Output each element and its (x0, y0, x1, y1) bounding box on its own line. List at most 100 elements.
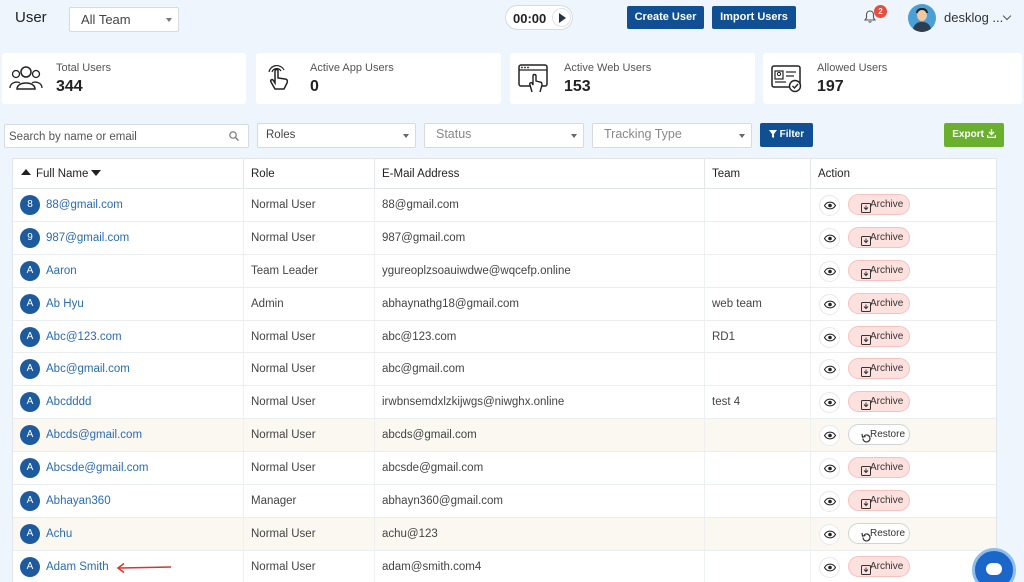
cell-email: abhayn360@gmail.com (375, 485, 705, 517)
status-dropdown[interactable]: Status (424, 123, 584, 148)
user-name-link[interactable]: Achu (46, 528, 72, 540)
archive-label: Archive (870, 231, 904, 243)
archive-button[interactable]: Archive (848, 490, 910, 512)
user-avatar[interactable] (908, 4, 936, 32)
table-row: 9 987@gmail.com Normal User 987@gmail.co… (13, 221, 998, 255)
cell-full-name: A Ab Hyu (13, 287, 244, 320)
archive-button[interactable]: Archive (848, 358, 910, 380)
team-select[interactable]: All Team (69, 7, 179, 32)
table-row: A Abcds@gmail.com Normal User abcds@gmai… (13, 419, 996, 453)
user-initial-avatar: A (20, 425, 40, 446)
table-row: A Abcdddd Normal User irwbnsemdxlzkijwgs… (13, 386, 998, 420)
view-eye-icon[interactable] (819, 458, 840, 480)
archive-button[interactable]: Archive (848, 555, 910, 577)
filter-button[interactable]: Filter (760, 123, 813, 147)
cell-email: abcds@gmail.com (375, 419, 705, 452)
hand-tap-icon (268, 64, 289, 90)
stat-value: 344 (56, 78, 83, 95)
user-name-link[interactable]: 88@gmail.com (46, 199, 123, 211)
search-icon[interactable] (229, 131, 239, 141)
import-users-button[interactable]: Import Users (712, 6, 796, 29)
cell-email: 88@gmail.com (375, 189, 705, 221)
user-name-link[interactable]: Ab Hyu (46, 298, 84, 310)
cell-email: abhaynathg18@gmail.com (375, 287, 705, 320)
user-name-link[interactable]: Abcds@gmail.com (46, 429, 142, 441)
cell-full-name: A Abhayan360 (13, 485, 244, 517)
chat-widget-icon[interactable] (972, 548, 1016, 582)
user-name-link[interactable]: Abcdddd (46, 396, 91, 408)
view-eye-icon[interactable] (819, 260, 840, 282)
user-name-link[interactable]: Abhayan360 (46, 495, 111, 507)
cell-role: Manager (244, 485, 375, 517)
view-eye-icon[interactable] (819, 491, 840, 513)
table-header: Full Name Role E-Mail Address Team Actio… (13, 159, 996, 189)
cell-role: Normal User (244, 452, 375, 485)
cell-action: Archive (811, 386, 998, 418)
cell-role: Normal User (244, 189, 375, 221)
table-row: A Abcsde@gmail.com Normal User abcsde@gm… (13, 452, 996, 486)
archive-button[interactable]: Archive (848, 194, 910, 215)
view-eye-icon[interactable] (819, 293, 840, 315)
stat-card-total-users: Total Users 344 (2, 53, 246, 104)
cell-action: Archive (811, 189, 998, 221)
restore-button[interactable]: Restore (848, 424, 910, 446)
cell-action: Archive (811, 222, 998, 254)
user-name-link[interactable]: Abc@gmail.com (46, 363, 130, 375)
user-name-link[interactable]: Aaron (46, 265, 77, 277)
cell-team (705, 485, 811, 517)
tracking-type-dropdown[interactable]: Tracking Type (592, 123, 752, 148)
user-name[interactable]: desklog ... (944, 10, 1003, 25)
archive-button[interactable]: Archive (848, 325, 910, 347)
archive-button[interactable]: Archive (848, 457, 910, 479)
view-eye-icon[interactable] (819, 359, 840, 381)
sort-asc-icon[interactable] (21, 169, 31, 175)
cell-email: adam@smith.com4 (375, 550, 705, 582)
user-initial-avatar: A (20, 293, 40, 314)
archive-button[interactable]: Archive (848, 259, 910, 281)
create-user-button[interactable]: Create User (627, 6, 704, 29)
cell-team (705, 517, 811, 550)
view-eye-icon[interactable] (819, 392, 840, 414)
sort-desc-icon[interactable] (91, 170, 101, 176)
view-eye-icon[interactable] (819, 556, 840, 578)
view-eye-icon[interactable] (819, 195, 840, 216)
view-eye-icon[interactable] (819, 227, 840, 249)
archive-button[interactable]: Archive (848, 292, 910, 314)
restore-button[interactable]: Restore (848, 522, 910, 544)
cell-email: abc@gmail.com (375, 353, 705, 386)
user-name-link[interactable]: 987@gmail.com (46, 232, 129, 244)
play-icon[interactable] (552, 8, 571, 27)
user-name-link[interactable]: Abc@123.com (46, 331, 122, 343)
archive-button[interactable]: Archive (848, 391, 910, 413)
user-name-link[interactable]: Adam Smith (46, 561, 109, 573)
table-body: 8 88@gmail.com Normal User 88@gmail.com … (13, 189, 996, 582)
cell-role: Normal User (244, 517, 375, 550)
cell-role: Normal User (244, 221, 375, 254)
view-eye-icon[interactable] (819, 523, 840, 545)
archive-label: Archive (870, 462, 904, 474)
user-initial-avatar: 9 (20, 227, 40, 248)
table-row: A Abhayan360 Manager abhayn360@gmail.com… (13, 485, 996, 518)
view-eye-icon[interactable] (819, 326, 840, 348)
restore-label: Restore (870, 429, 906, 441)
timer-value: 00:00 (513, 11, 547, 26)
export-button[interactable]: Export (944, 123, 1004, 147)
timer: 00:00 (505, 5, 573, 30)
user-initial-avatar: A (20, 556, 40, 577)
chevron-down-icon[interactable] (1002, 11, 1012, 21)
download-icon (986, 129, 996, 139)
cell-full-name: A Abcsde@gmail.com (13, 452, 244, 485)
archive-label: Archive (870, 396, 904, 408)
browser-click-icon (518, 64, 548, 93)
archive-button[interactable]: Archive (848, 226, 910, 248)
column-header-full-name[interactable]: Full Name (13, 159, 244, 189)
view-eye-icon[interactable] (819, 425, 840, 447)
user-initial-avatar: A (20, 491, 40, 512)
table-row: A Achu Normal User achu@123 Restore (13, 517, 996, 551)
cell-team (705, 550, 811, 582)
search-input[interactable] (9, 128, 219, 145)
user-initial-avatar: A (20, 359, 40, 380)
user-name-link[interactable]: Abcsde@gmail.com (46, 462, 148, 474)
table-row: A Ab Hyu Admin abhaynathg18@gmail.com we… (13, 287, 996, 321)
roles-dropdown[interactable]: Roles (257, 123, 416, 148)
